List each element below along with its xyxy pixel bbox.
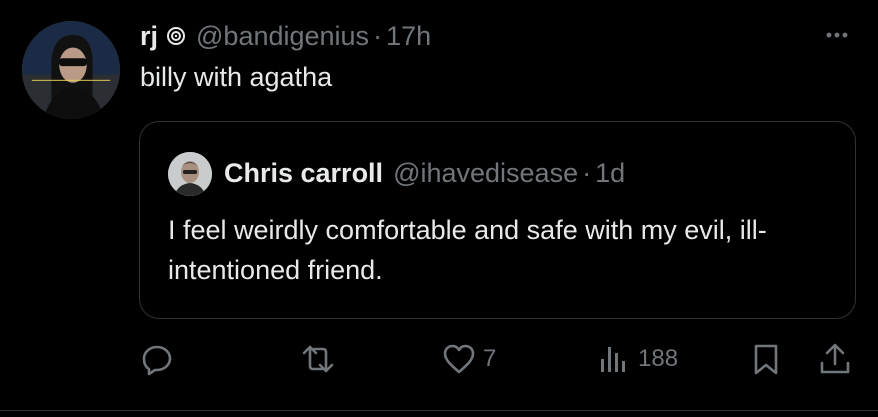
like-button[interactable]: 7	[441, 341, 496, 377]
heart-icon	[443, 344, 475, 374]
avatar[interactable]	[22, 21, 120, 119]
tweet-header: rj @bandigenius · 17h	[140, 18, 431, 54]
reply-icon	[142, 345, 172, 376]
share-button[interactable]	[817, 341, 853, 377]
views-icon	[601, 347, 625, 372]
quoted-separator: ·	[582, 157, 592, 188]
repost-button[interactable]	[298, 341, 338, 377]
separator: ·	[373, 20, 383, 51]
views-button[interactable]: 188	[596, 341, 678, 377]
repost-icon	[302, 345, 334, 373]
reply-button[interactable]	[139, 341, 175, 377]
more-icon	[826, 32, 848, 38]
target-badge-icon	[166, 26, 186, 46]
bottom-divider	[0, 410, 878, 411]
more-options-button[interactable]	[820, 18, 854, 52]
quoted-display-name[interactable]: Chris carroll	[224, 158, 383, 189]
timestamp[interactable]: 17h	[386, 21, 431, 52]
quoted-tweet-header: Chris carroll @ihavedisease · 1d	[224, 154, 625, 192]
share-icon	[820, 343, 850, 374]
tweet-text: billy with agatha	[140, 62, 333, 92]
quoted-avatar[interactable]	[168, 152, 212, 196]
bookmark-icon	[754, 344, 778, 375]
quoted-handle[interactable]: @ihavedisease	[393, 158, 578, 189]
views-count: 188	[638, 345, 679, 372]
quoted-tweet-text: I feel weirdly comfortable and safe with…	[168, 215, 767, 285]
quoted-timestamp[interactable]: 1d	[595, 158, 625, 189]
like-count: 7	[483, 345, 497, 372]
display-name[interactable]: rj	[140, 21, 158, 52]
handle[interactable]: @bandigenius	[196, 21, 369, 52]
bookmark-button[interactable]	[748, 341, 784, 377]
